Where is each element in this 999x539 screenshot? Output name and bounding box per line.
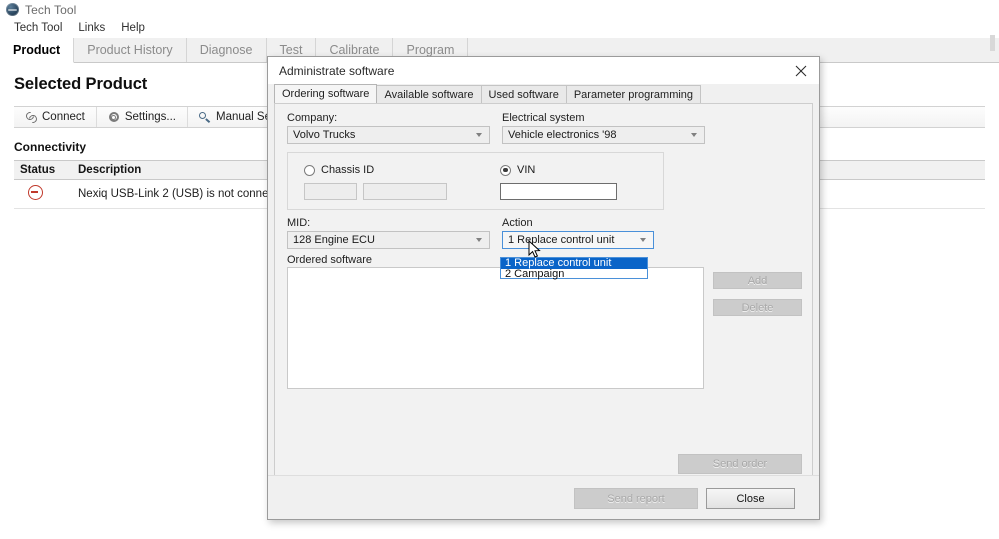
identification-group: Chassis ID VIN bbox=[287, 152, 664, 210]
chassis-id-label: Chassis ID bbox=[321, 164, 375, 176]
dialog-tab-ordering-software[interactable]: Ordering software bbox=[274, 84, 378, 103]
column-header-status: Status bbox=[14, 160, 72, 180]
settings-button[interactable]: Settings... bbox=[97, 107, 188, 127]
search-icon bbox=[199, 111, 211, 123]
electrical-system-select-value: Vehicle electronics '98 bbox=[508, 129, 617, 141]
dialog-footer: Send report Close bbox=[268, 475, 819, 519]
ordered-software-label: Ordered software bbox=[287, 254, 372, 266]
connect-button-label: Connect bbox=[42, 111, 85, 123]
close-icon[interactable] bbox=[783, 58, 819, 84]
chevron-down-icon bbox=[640, 238, 647, 242]
gear-icon bbox=[108, 111, 120, 123]
mid-label: MID: bbox=[287, 217, 311, 229]
connect-icon bbox=[25, 111, 37, 123]
chevron-down-icon bbox=[691, 133, 698, 137]
ordered-software-list[interactable] bbox=[287, 267, 704, 389]
action-dropdown-popup: 1 Replace control unit 2 Campaign bbox=[500, 257, 648, 280]
delete-button[interactable]: Delete bbox=[713, 299, 802, 316]
vin-input[interactable] bbox=[500, 183, 617, 200]
settings-button-label: Settings... bbox=[124, 111, 176, 123]
action-option-campaign[interactable]: 2 Campaign bbox=[501, 269, 647, 280]
mid-select[interactable]: 128 Engine ECU bbox=[287, 231, 490, 249]
menu-item-links[interactable]: Links bbox=[70, 20, 113, 36]
company-label: Company: bbox=[287, 112, 338, 124]
send-report-button[interactable]: Send report bbox=[574, 488, 698, 509]
radio-button-vin[interactable] bbox=[500, 164, 511, 176]
vin-label: VIN bbox=[517, 164, 536, 176]
add-button[interactable]: Add bbox=[713, 272, 802, 289]
company-select[interactable]: Volvo Trucks bbox=[287, 126, 490, 144]
action-select[interactable]: 1 Replace control unit bbox=[502, 231, 654, 249]
company-select-value: Volvo Trucks bbox=[293, 129, 356, 141]
dialog-tab-used-software[interactable]: Used software bbox=[480, 85, 567, 103]
menubar: Tech Tool Links Help bbox=[0, 19, 999, 38]
row-status-cell bbox=[14, 179, 72, 209]
tab-diagnose[interactable]: Diagnose bbox=[186, 38, 267, 62]
chassis-id-prefix-input[interactable] bbox=[304, 183, 357, 200]
connect-button[interactable]: Connect bbox=[14, 107, 97, 127]
dialog-tabstrip: Ordering software Available software Use… bbox=[268, 84, 819, 103]
close-button[interactable]: Close bbox=[706, 488, 795, 509]
action-label: Action bbox=[502, 217, 533, 229]
scrollbar-fragment[interactable] bbox=[990, 35, 995, 51]
dialog-tab-available-software[interactable]: Available software bbox=[376, 85, 482, 103]
administrate-software-dialog: Administrate software Ordering software … bbox=[267, 56, 820, 520]
action-select-value: 1 Replace control unit bbox=[508, 234, 615, 246]
error-minus-icon bbox=[28, 185, 43, 200]
dialog-title: Administrate software bbox=[279, 63, 395, 78]
chevron-down-icon bbox=[476, 133, 483, 137]
chassis-id-radio-option[interactable]: Chassis ID bbox=[304, 164, 374, 176]
tab-product-history[interactable]: Product History bbox=[74, 38, 187, 62]
window-title: Tech Tool bbox=[25, 2, 77, 17]
radio-button-chassis-id[interactable] bbox=[304, 164, 315, 176]
send-order-button[interactable]: Send order bbox=[678, 454, 802, 474]
dialog-titlebar: Administrate software bbox=[268, 57, 819, 84]
globe-icon bbox=[6, 3, 19, 16]
menu-item-help[interactable]: Help bbox=[113, 20, 153, 36]
menu-item-tech-tool[interactable]: Tech Tool bbox=[6, 20, 70, 36]
tab-product[interactable]: Product bbox=[0, 38, 75, 63]
vin-radio-option[interactable]: VIN bbox=[500, 164, 535, 176]
ordering-software-panel: Company: Volvo Trucks Electrical system … bbox=[274, 103, 813, 493]
chevron-down-icon bbox=[476, 238, 483, 242]
chassis-id-input[interactable] bbox=[363, 183, 447, 200]
electrical-system-select[interactable]: Vehicle electronics '98 bbox=[502, 126, 705, 144]
window-titlebar: Tech Tool bbox=[0, 0, 999, 19]
electrical-system-label: Electrical system bbox=[502, 112, 585, 124]
dialog-tab-parameter-programming[interactable]: Parameter programming bbox=[565, 85, 702, 103]
mid-select-value: 128 Engine ECU bbox=[293, 234, 375, 246]
